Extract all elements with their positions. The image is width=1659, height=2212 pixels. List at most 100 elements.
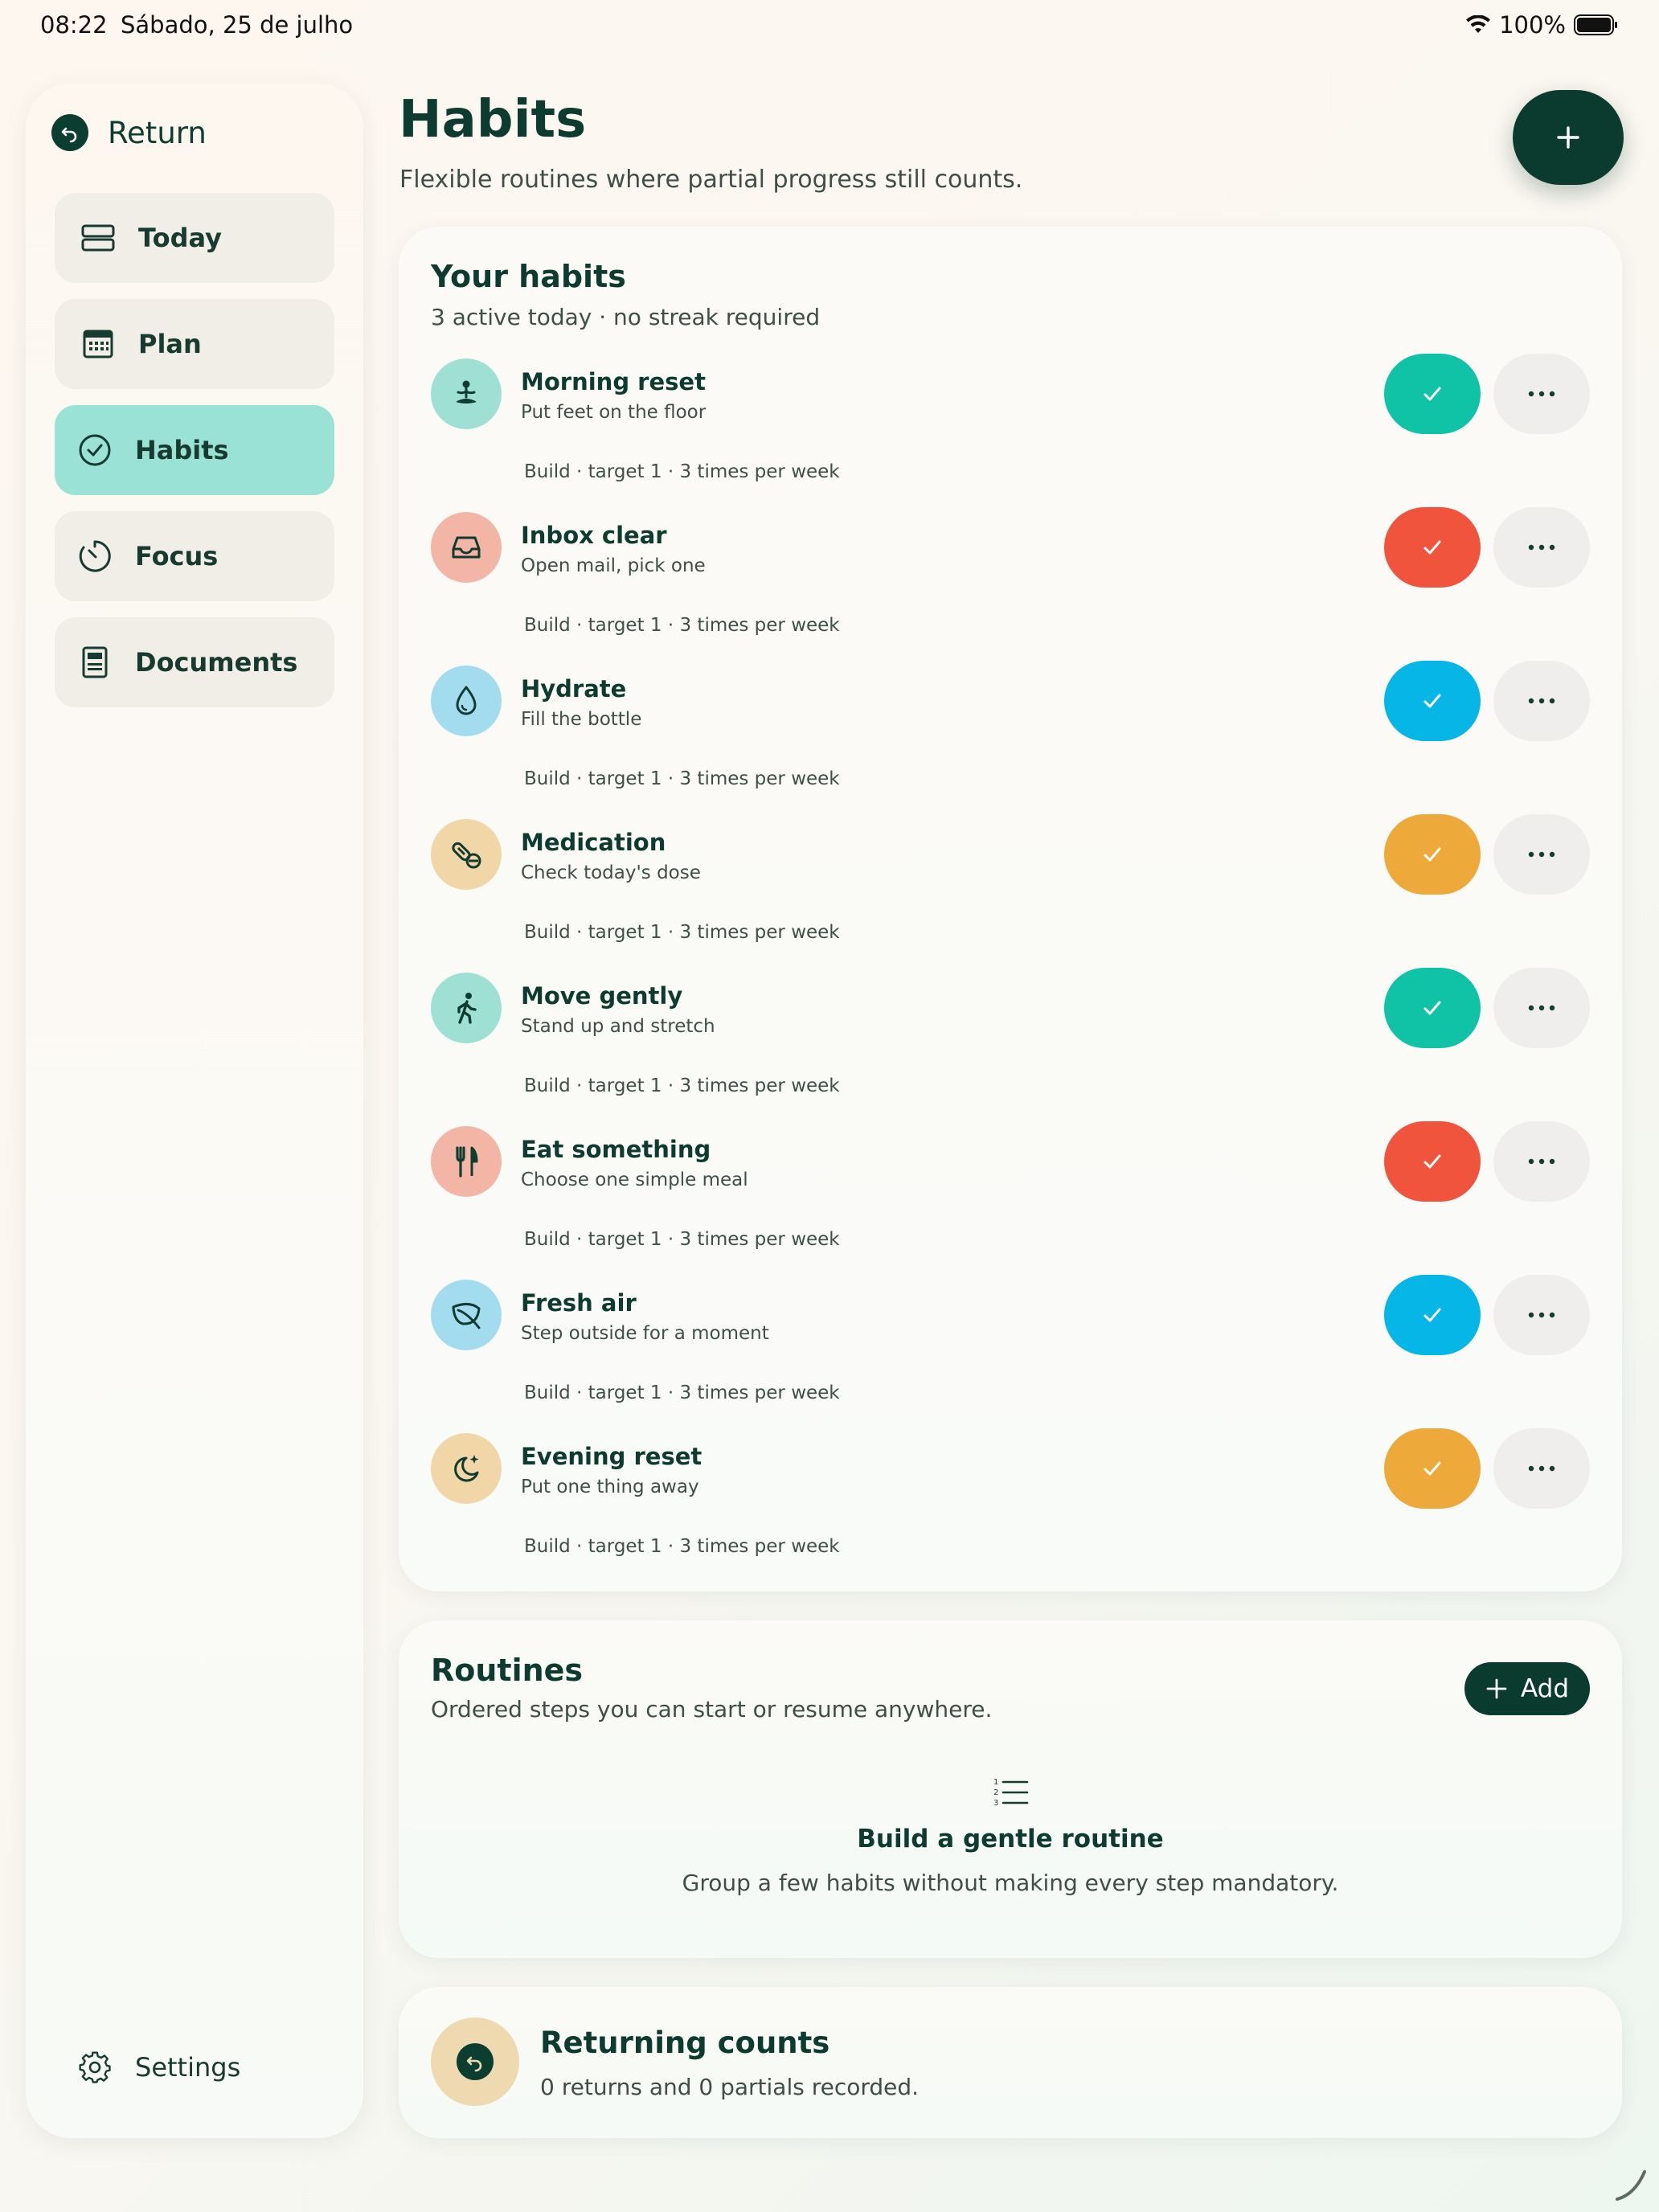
empty-state-title: Build a gentle routine [857, 1825, 1164, 1854]
add-routine-label: Add [1520, 1674, 1570, 1703]
svg-text:3: 3 [993, 1799, 998, 1808]
habit-more-button[interactable] [1493, 814, 1590, 895]
routines-card: Routines Ordered steps you can start or … [399, 1620, 1622, 1958]
habit-name: Eat something [521, 1136, 711, 1163]
returning-title: Returning counts [540, 2026, 830, 2060]
habit-row: Fresh air Step outside for a moment Build … [431, 1275, 1590, 1433]
numbered-list-icon: 1 2 3 [993, 1778, 1029, 1808]
habit-meta: Build · target 1 · 3 times per week [524, 461, 840, 482]
sidebar-item-today[interactable]: Today [55, 193, 334, 283]
habit-more-button[interactable] [1493, 507, 1590, 588]
return-label: Return [108, 115, 207, 150]
habit-more-button[interactable] [1493, 354, 1590, 434]
meditation-icon [431, 358, 502, 429]
habit-row: Inbox clear Open mail, pick one Build · ta… [431, 507, 1590, 666]
checkmark-icon [1419, 1455, 1446, 1482]
plus-icon [1557, 126, 1579, 149]
more-icon [1527, 850, 1556, 858]
checkmark-icon [1419, 1301, 1446, 1329]
sidebar: Return Today Plan Habits Focus Documents… [26, 84, 363, 2138]
habit-description: Step outside for a moment [521, 1323, 769, 1344]
habit-description: Check today's dose [521, 862, 701, 883]
routines-subtitle: Ordered steps you can start or resume an… [431, 1696, 993, 1722]
habit-meta: Build · target 1 · 3 times per week [524, 1536, 840, 1557]
inbox-icon [431, 512, 502, 583]
complete-habit-button[interactable] [1384, 1275, 1481, 1355]
checkmark-icon [1419, 534, 1446, 561]
today-icon [80, 220, 116, 256]
complete-habit-button[interactable] [1384, 968, 1481, 1048]
habit-name: Move gently [521, 982, 683, 1010]
wifi-icon [1466, 15, 1491, 33]
sidebar-item-habits[interactable]: Habits [55, 405, 334, 495]
svg-text:2: 2 [993, 1788, 998, 1797]
more-icon [1527, 543, 1556, 551]
checkmark-icon [1419, 841, 1446, 868]
habit-description: Fill the bottle [521, 709, 642, 730]
sidebar-item-plan[interactable]: Plan [55, 299, 334, 389]
habit-more-button[interactable] [1493, 1428, 1590, 1509]
moon-icon [431, 1433, 502, 1504]
svg-text:1: 1 [993, 1778, 998, 1787]
empty-state-description: Group a few habits without making every … [682, 1870, 1339, 1896]
habit-description: Open mail, pick one [521, 555, 706, 576]
returning-subtitle: 0 returns and 0 partials recorded. [540, 2074, 920, 2100]
habit-name: Fresh air [521, 1289, 637, 1317]
complete-habit-button[interactable] [1384, 507, 1481, 588]
complete-habit-button[interactable] [1384, 1428, 1481, 1509]
habit-name: Evening reset [521, 1443, 703, 1470]
habit-name: Inbox clear [521, 522, 667, 549]
complete-habit-button[interactable] [1384, 354, 1481, 434]
more-icon [1527, 1464, 1556, 1473]
sidebar-item-label: Documents [135, 647, 298, 678]
return-badge [431, 2017, 519, 2106]
routines-title: Routines [431, 1653, 584, 1688]
home-indicator [1616, 2170, 1646, 2201]
habit-description: Choose one simple meal [521, 1169, 748, 1190]
habits-card: Your habits 3 active today · no streak r… [399, 227, 1622, 1591]
status-bar: 08:22 Sábado, 25 de julho 100% [0, 0, 1659, 51]
fork-knife-icon [431, 1126, 502, 1197]
complete-habit-button[interactable] [1384, 661, 1481, 741]
check-circle-icon [77, 432, 113, 468]
more-icon [1527, 390, 1556, 398]
more-icon [1527, 1004, 1556, 1012]
checkmark-icon [1419, 687, 1446, 715]
habit-meta: Build · target 1 · 3 times per week [524, 615, 840, 636]
sidebar-item-focus[interactable]: Focus [55, 511, 334, 601]
add-routine-button[interactable]: Add [1464, 1662, 1590, 1715]
sidebar-item-label: Plan [138, 329, 202, 359]
checkmark-icon [1419, 994, 1446, 1022]
habit-row: Medication Check today's dose Build · targ… [431, 814, 1590, 973]
habit-row: Eat something Choose one simple meal Build… [431, 1121, 1590, 1280]
habit-name: Morning reset [521, 368, 706, 395]
habit-description: Put feet on the floor [521, 402, 707, 423]
habit-description: Stand up and stretch [521, 1016, 715, 1037]
habit-more-button[interactable] [1493, 1275, 1590, 1355]
sidebar-item-documents[interactable]: Documents [55, 617, 334, 707]
habit-more-button[interactable] [1493, 1121, 1590, 1202]
habit-description: Put one thing away [521, 1477, 699, 1497]
more-icon [1527, 1157, 1556, 1165]
gear-icon [79, 2051, 111, 2083]
habit-row: Morning reset Put feet on the floor Build … [431, 354, 1590, 512]
habit-row: Hydrate Fill the bottle Build · target 1 ·… [431, 661, 1590, 819]
add-habit-button[interactable] [1513, 90, 1624, 185]
habit-more-button[interactable] [1493, 661, 1590, 741]
return-button[interactable]: Return [51, 114, 207, 151]
return-icon [51, 114, 88, 151]
sidebar-item-label: Today [138, 223, 222, 253]
settings-button[interactable]: Settings [77, 2050, 240, 2085]
more-icon [1527, 697, 1556, 705]
habit-more-button[interactable] [1493, 968, 1590, 1048]
sidebar-item-label: Habits [135, 435, 229, 465]
complete-habit-button[interactable] [1384, 1121, 1481, 1202]
habits-card-subtitle: 3 active today · no streak required [431, 304, 821, 330]
more-icon [1527, 1311, 1556, 1319]
leaf-icon [431, 1280, 502, 1350]
complete-habit-button[interactable] [1384, 814, 1481, 895]
habit-row: Move gently Stand up and stretch Build · t… [431, 968, 1590, 1126]
status-time: 08:22 [40, 11, 108, 39]
habit-meta: Build · target 1 · 3 times per week [524, 768, 840, 789]
status-indicators: 100% [1465, 11, 1619, 39]
